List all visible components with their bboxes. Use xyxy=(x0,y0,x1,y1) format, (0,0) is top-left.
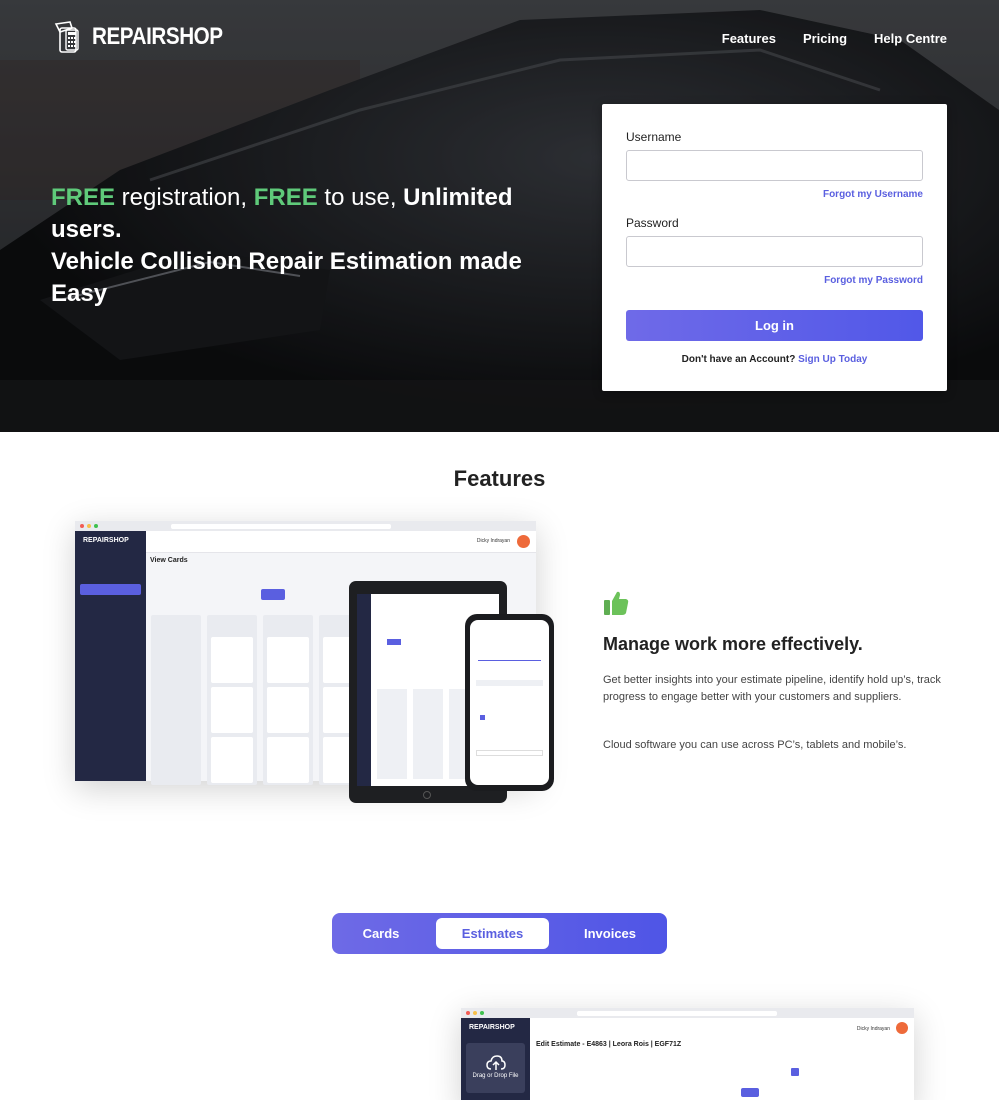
sidebar-item-workcenter xyxy=(80,572,141,583)
phone-checkbox xyxy=(480,715,485,720)
features-title: Features xyxy=(453,466,546,491)
login-form: Username Forgot my Username Password For… xyxy=(602,104,947,391)
phone-input xyxy=(476,750,543,756)
browser-toolbar xyxy=(461,1008,914,1018)
view-cards-title: View Cards xyxy=(150,557,188,564)
app-header: Dicky Indrayan xyxy=(146,531,536,553)
free-highlight: FREE xyxy=(253,184,318,211)
brand-logo[interactable]: REPAIRSHOP xyxy=(52,20,244,54)
address-bar xyxy=(577,1010,777,1016)
phone-tab-underline xyxy=(478,660,541,661)
board-card xyxy=(211,737,253,783)
password-label: Password xyxy=(626,216,679,230)
signup-prompt: Don't have an Account? Sign Up Today xyxy=(602,354,947,365)
estimate-title: Edit Estimate - E4863 | Leora Rois | EGF… xyxy=(536,1041,682,1048)
top-nav: Features Pricing Help Centre xyxy=(722,31,947,46)
board-card xyxy=(211,687,253,733)
tab-invoices[interactable]: Invoices xyxy=(555,913,665,954)
feature-tabs: Cards Estimates Invoices xyxy=(332,913,667,954)
avatar xyxy=(517,535,530,548)
address-bar xyxy=(171,523,391,529)
hero-section: REPAIRSHOP Features Pricing Help Centre … xyxy=(0,0,999,432)
app-sidebar: REPAIRSHOP Drag or Drop File xyxy=(461,1018,530,1100)
username-input[interactable] xyxy=(626,150,923,181)
tab-cards[interactable]: Cards xyxy=(332,913,430,954)
free-highlight: FREE xyxy=(51,184,116,211)
board-card xyxy=(267,737,309,783)
headline-text: registration, xyxy=(115,184,254,211)
app-logo: REPAIRSHOP xyxy=(83,537,129,544)
window-minimize-dot xyxy=(473,1011,477,1015)
body-tab-button xyxy=(741,1088,759,1097)
window-maximize-dot xyxy=(94,524,98,528)
calculator-clipboard-icon xyxy=(54,21,79,53)
tablet-column xyxy=(413,689,443,779)
nav-help-centre[interactable]: Help Centre xyxy=(874,31,947,46)
headline-tagline: Vehicle Collision Repair Estimation made… xyxy=(51,248,522,307)
feature-description: Get better insights into your estimate p… xyxy=(603,674,941,703)
file-drop-zone: Drag or Drop File xyxy=(466,1043,525,1093)
hero-headline: FREE registration, FREE to use, Unlimite… xyxy=(51,182,541,310)
sidebar-item-invoices xyxy=(80,608,141,619)
pin-images-checkbox xyxy=(791,1068,799,1076)
tab-estimates[interactable]: Estimates xyxy=(436,918,549,949)
drop-label: Drag or Drop File xyxy=(472,1073,519,1079)
user-name: Dicky Indrayan xyxy=(856,1026,890,1032)
avatar xyxy=(896,1022,908,1034)
forgot-username-link[interactable]: Forgot my Username xyxy=(823,189,923,200)
headline-text: to use, xyxy=(317,184,404,211)
board-column xyxy=(263,615,313,785)
password-input[interactable] xyxy=(626,236,923,267)
thumbs-up-icon xyxy=(604,591,629,615)
app-logo: REPAIRSHOP xyxy=(469,1024,515,1031)
app-sidebar: REPAIRSHOP xyxy=(75,531,146,781)
phone-screen xyxy=(470,620,549,785)
nav-pricing[interactable]: Pricing xyxy=(803,31,847,46)
tablet-column xyxy=(377,689,407,779)
browser-toolbar xyxy=(75,521,536,531)
feature-cross-platform: Cloud software you can use across PC’s, … xyxy=(603,739,907,751)
cloud-upload-icon xyxy=(485,1055,506,1070)
window-minimize-dot xyxy=(87,524,91,528)
estimate-screenshot: REPAIRSHOP Drag or Drop File Edit Estima… xyxy=(461,1008,914,1100)
forgot-password-link[interactable]: Forgot my Password xyxy=(824,275,923,286)
board-card xyxy=(267,637,309,683)
user-name: Dicky Indrayan xyxy=(476,538,510,544)
board-column xyxy=(151,615,201,785)
feature-heading: Manage work more effectively. xyxy=(603,634,863,654)
board-card xyxy=(211,637,253,683)
signup-link[interactable]: Sign Up Today xyxy=(798,354,867,365)
tablet-home-button xyxy=(423,791,431,799)
login-button[interactable]: Log in xyxy=(626,310,923,341)
tablet-board-toggle xyxy=(387,639,401,645)
phone-section-bar xyxy=(476,680,543,686)
board-card xyxy=(267,687,309,733)
brand-name: REPAIRSHOP xyxy=(92,23,223,50)
sidebar-item-estimates xyxy=(80,596,141,607)
tablet-sidebar xyxy=(357,594,371,786)
no-account-text: Don't have an Account? xyxy=(681,354,796,365)
phone-screenshot xyxy=(465,614,554,791)
window-close-dot xyxy=(466,1011,470,1015)
window-maximize-dot xyxy=(480,1011,484,1015)
sidebar-item-cards xyxy=(80,584,141,595)
board-column xyxy=(207,615,257,785)
board-toggle xyxy=(261,589,285,600)
nav-features[interactable]: Features xyxy=(722,31,776,46)
window-close-dot xyxy=(80,524,84,528)
username-label: Username xyxy=(626,130,682,144)
